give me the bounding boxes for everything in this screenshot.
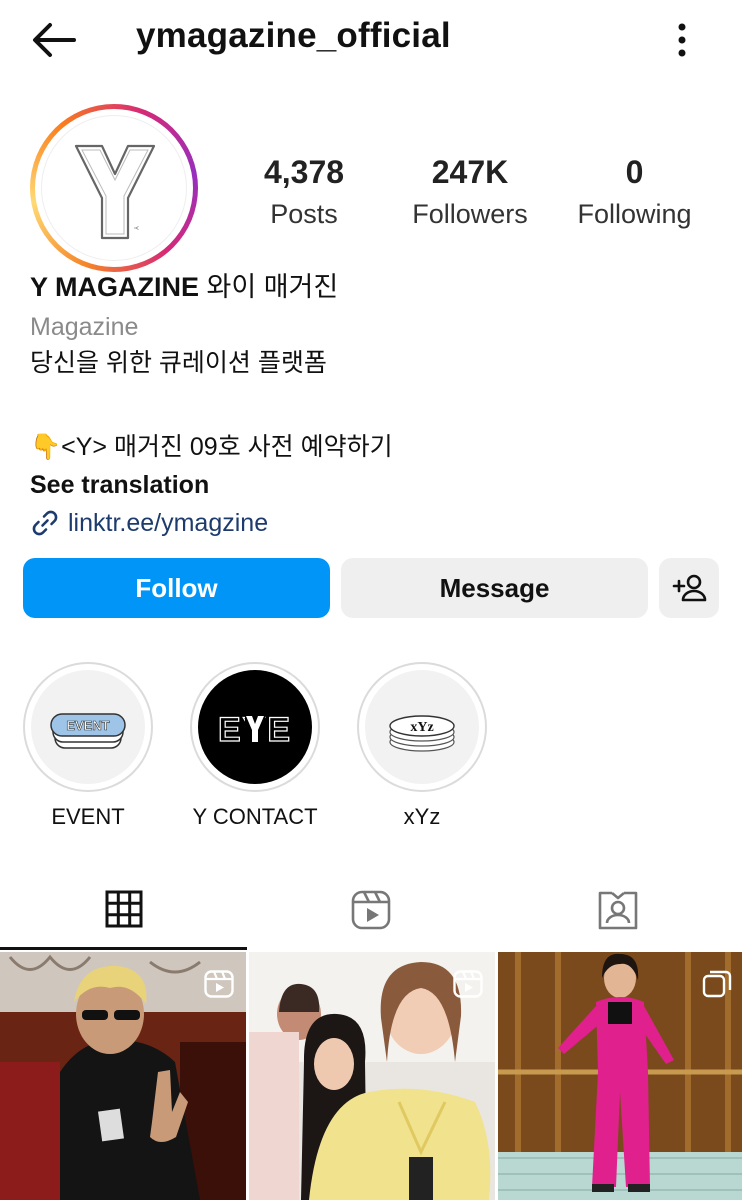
avatar-logo: Y [41,115,187,261]
display-name: Y MAGAZINE 와이 매거진 [30,267,720,307]
reels-icon [351,890,390,930]
following-value: 0 [625,154,644,190]
highlight-label: EVENT [51,804,125,829]
profile-avatar[interactable]: Y [30,104,198,272]
follow-button[interactable]: Follow [23,558,330,618]
following-label: Following [577,199,692,229]
following-count[interactable]: 0 Following [562,150,707,234]
highlight-xyz[interactable]: xYz xYz [357,662,487,832]
bio-promo: 👇<Y> 매거진 09호 사전 예약하기 [30,429,720,465]
highlight-cover: EVENT [31,670,145,784]
post-thumbnail[interactable] [498,952,742,1200]
post-thumbnail[interactable] [0,952,246,1200]
highlight-cover-text: xYz [410,720,433,735]
posts-label: Posts [270,199,338,229]
profile-bio: Y MAGAZINE 와이 매거진 Magazine 당신을 위한 큐레이션 플… [30,267,720,541]
tagged-icon [598,891,637,930]
highlight-event[interactable]: EVENT EVENT [23,662,153,832]
post-thumbnail[interactable] [249,952,495,1200]
highlight-y-contact[interactable]: EYE Y CONTACT [190,662,320,832]
tab-reels[interactable] [247,870,494,950]
pointing-down-emoji: 👇 [30,433,62,461]
add-person-icon [672,574,707,602]
posts-grid [0,952,742,1200]
carousel-icon [702,970,732,998]
link-icon [32,510,58,536]
grid-icon [105,890,142,927]
bio-external-link[interactable]: linktr.ee/ymagzine [30,505,720,541]
suggested-users-button[interactable] [659,558,719,618]
arrow-left-icon[interactable] [28,18,80,62]
posts-count[interactable]: 4,378 Posts [238,150,370,234]
followers-value: 247K [431,154,509,190]
followers-count[interactable]: 247K Followers [400,150,540,234]
display-name-korean: 와이 매거진 [206,272,339,302]
highlight-label: Y CONTACT [192,804,318,829]
display-name-latin: Y MAGAZINE [30,272,200,302]
bio-promo-text: <Y> 매거진 09호 사전 예약하기 [61,433,393,461]
bio-tagline: 당신을 위한 큐레이션 플랫폼 [30,349,327,377]
message-button[interactable]: Message [341,558,648,618]
profile-username: ymagazine_official [136,16,451,55]
highlight-cover: EYE [198,670,312,784]
highlight-cover: xYz [365,670,479,784]
tab-posts-grid[interactable] [0,870,247,950]
link-text: linktr.ee/ymagzine [68,509,269,537]
posts-value: 4,378 [263,154,345,190]
profile-tabs [0,870,742,950]
reel-icon [453,970,483,998]
top-bar: ymagazine_official [0,0,742,78]
highlight-label: xYz [403,804,441,829]
followers-label: Followers [412,199,528,229]
tab-tagged[interactable] [494,870,741,950]
profile-category: Magazine [30,313,139,341]
highlight-cover-text: EVENT [66,718,109,733]
see-translation-link[interactable]: See translation [30,467,720,503]
svg-text:Y: Y [132,226,138,230]
more-vertical-icon[interactable] [664,18,700,62]
reel-icon [204,970,234,998]
